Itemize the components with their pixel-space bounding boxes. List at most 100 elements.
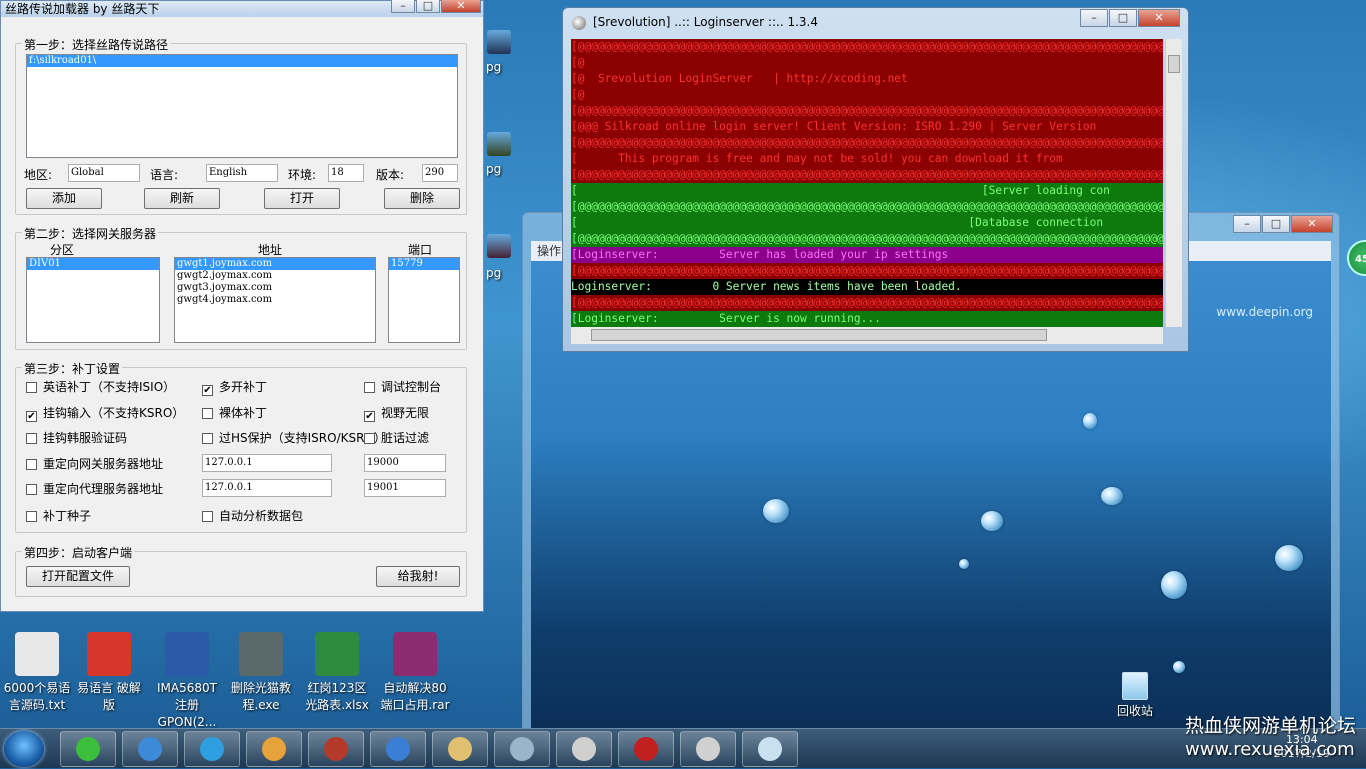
scroll-thumb[interactable] — [1168, 55, 1180, 73]
start-button[interactable] — [4, 731, 44, 767]
delete-button[interactable]: 删除 — [384, 188, 460, 209]
patch-option-checkbox[interactable]: ✔ 挂钩输入（不支持KSRO） — [26, 406, 184, 422]
patch-option-checkbox[interactable]: 重定向代理服务器地址 — [26, 482, 163, 496]
checkbox-box[interactable]: ✔ — [364, 411, 375, 422]
taskbar-silkroad-app-button[interactable] — [618, 731, 674, 767]
open-button[interactable]: 打开 — [264, 188, 340, 209]
horizontal-scrollbar[interactable] — [571, 327, 1163, 344]
checkbox-box[interactable] — [364, 433, 375, 444]
deepin-url: www.deepin.org — [1216, 305, 1313, 319]
taskbar-notepad-button[interactable] — [742, 731, 798, 767]
checkbox-box[interactable] — [26, 459, 37, 470]
desktop-icon[interactable]: 易语言 破解版 — [74, 632, 144, 714]
patch-option-checkbox[interactable]: 挂钩韩服验证码 — [26, 431, 127, 445]
list-item[interactable]: 15779 — [389, 258, 459, 270]
port-list[interactable]: 15779 — [388, 257, 460, 343]
gateway-ip-field[interactable]: 127.0.0.1 — [202, 454, 332, 472]
desktop-icon[interactable]: 红岗123区光路表.xlsx — [302, 632, 372, 714]
checkbox-box[interactable] — [26, 433, 37, 444]
close-button[interactable]: ✕ — [1138, 9, 1180, 27]
checkbox-box[interactable] — [202, 408, 213, 419]
taskbar-computer-button[interactable] — [494, 731, 550, 767]
version-field[interactable]: 290 — [422, 164, 458, 182]
division-list[interactable]: DIV01 — [26, 257, 160, 343]
tools-app-icon — [262, 737, 286, 761]
checkbox-box[interactable] — [26, 511, 37, 522]
desktop-icon[interactable]: IMA5680T注册GPON(2... — [152, 632, 222, 731]
address-column-header: 地址 — [258, 243, 283, 257]
list-item[interactable]: gwgt2.joymax.com — [175, 270, 375, 282]
patch-option-checkbox[interactable]: 裸体补丁 — [202, 406, 267, 420]
taskbar-explorer-button[interactable] — [432, 731, 488, 767]
maximize-button[interactable]: □ — [1109, 9, 1137, 27]
taskbar-browser-button[interactable] — [60, 731, 116, 767]
checkbox-box[interactable] — [202, 433, 213, 444]
checkbox-box[interactable]: ✔ — [202, 385, 213, 396]
patch-option-checkbox[interactable]: ✔ 视野无限 — [364, 406, 429, 422]
environment-field[interactable]: 18 — [328, 164, 364, 182]
silkroad-app-icon — [634, 737, 658, 761]
list-item[interactable]: DIV01 — [27, 258, 159, 270]
taskbar-clock-app-button[interactable] — [122, 731, 178, 767]
proxy-port-field[interactable]: 19001 — [364, 479, 446, 497]
patch-option-checkbox[interactable]: 调试控制台 — [364, 380, 441, 394]
desktop-icon-thumbnail[interactable] — [487, 132, 511, 156]
patch-option-checkbox[interactable]: 英语补丁（不支持ISIO） — [26, 380, 175, 394]
loginserver-console-window[interactable]: [Srevolution] ..:: Loginserver ::.. 1.3.… — [562, 7, 1189, 352]
language-field[interactable]: English — [206, 164, 278, 182]
list-item[interactable]: gwgt4.joymax.com — [175, 294, 375, 306]
checkbox-box[interactable] — [364, 382, 375, 393]
minimize-button[interactable]: – — [1080, 9, 1108, 27]
add-button[interactable]: 添加 — [26, 188, 102, 209]
console-app-2-icon — [696, 737, 720, 761]
taskbar-game-app-button[interactable] — [308, 731, 364, 767]
refresh-button[interactable]: 刷新 — [144, 188, 220, 209]
minimize-button[interactable]: – — [1233, 215, 1261, 233]
vertical-scrollbar[interactable] — [1165, 39, 1182, 327]
minimize-button[interactable]: – — [391, 0, 415, 13]
scroll-thumb[interactable] — [591, 329, 1047, 341]
patch-option-checkbox[interactable]: ✔ 多开补丁 — [202, 380, 267, 396]
proxy-ip-field[interactable]: 127.0.0.1 — [202, 479, 332, 497]
taskbar-bird-app-button[interactable] — [370, 731, 426, 767]
patch-option-checkbox[interactable]: 自动分析数据包 — [202, 509, 303, 523]
taskbar-tools-app-button[interactable] — [246, 731, 302, 767]
checkbox-label: 视野无限 — [381, 406, 430, 420]
browser-icon — [76, 737, 100, 761]
open-config-button[interactable]: 打开配置文件 — [26, 566, 130, 587]
checkbox-label: 多开补丁 — [219, 380, 268, 394]
taskbar-console-app-button[interactable] — [556, 731, 612, 767]
maximize-button[interactable]: □ — [416, 0, 440, 13]
list-item[interactable]: gwgt1.joymax.com — [175, 258, 375, 270]
taskbar-cloud-app-button[interactable] — [184, 731, 240, 767]
path-list[interactable]: f:\silkroad01\ — [26, 54, 458, 158]
desktop-icon-thumbnail[interactable] — [487, 30, 511, 54]
checkbox-box[interactable] — [26, 484, 37, 495]
list-item[interactable]: f:\silkroad01\ — [27, 55, 457, 67]
gateway-port-field[interactable]: 19000 — [364, 454, 446, 472]
recycle-bin[interactable]: 回收站 — [1110, 672, 1160, 719]
close-button[interactable]: ✕ — [441, 0, 481, 13]
console-output: [@@@@@@@@@@@@@@@@@@@@@@@@@@@@@@@@@@@@@@@… — [571, 39, 1163, 327]
patch-option-checkbox[interactable]: 过HS保护（支持ISRO/KSRO） — [202, 431, 386, 445]
silkroad-loader-window[interactable]: 丝路传说加载器 by 丝路天下 – □ ✕ 第一步：选择丝路传说路径 f:\si… — [0, 0, 484, 612]
desktop-icon[interactable]: 删除光猫教程.exe — [226, 632, 296, 714]
close-button[interactable]: ✕ — [1291, 215, 1333, 233]
checkbox-box[interactable] — [26, 382, 37, 393]
desktop-icon[interactable]: 自动解决80端口占用.rar — [380, 632, 450, 714]
checkbox-box[interactable]: ✔ — [26, 411, 37, 422]
maximize-button[interactable]: □ — [1262, 215, 1290, 233]
patch-option-checkbox[interactable]: 重定向网关服务器地址 — [26, 457, 163, 471]
desktop-icon[interactable]: 6000个易语言源码.txt — [2, 632, 72, 714]
patch-option-checkbox[interactable]: 脏话过滤 — [364, 431, 429, 445]
desktop-icon-thumbnail[interactable] — [487, 234, 511, 258]
launch-button[interactable]: 给我射! — [376, 566, 460, 587]
console-line: Loginserver: 0 Server news items have be… — [571, 279, 1163, 295]
address-list[interactable]: gwgt1.joymax.com gwgt2.joymax.com gwgt3.… — [174, 257, 376, 343]
taskbar-console-app-2-button[interactable] — [680, 731, 736, 767]
window-title-bar[interactable]: 丝路传说加载器 by 丝路天下 – □ ✕ — [1, 0, 483, 17]
patch-option-checkbox[interactable]: 补丁种子 — [26, 509, 91, 523]
list-item[interactable]: gwgt3.joymax.com — [175, 282, 375, 294]
region-field[interactable]: Global — [68, 164, 140, 182]
checkbox-box[interactable] — [202, 511, 213, 522]
